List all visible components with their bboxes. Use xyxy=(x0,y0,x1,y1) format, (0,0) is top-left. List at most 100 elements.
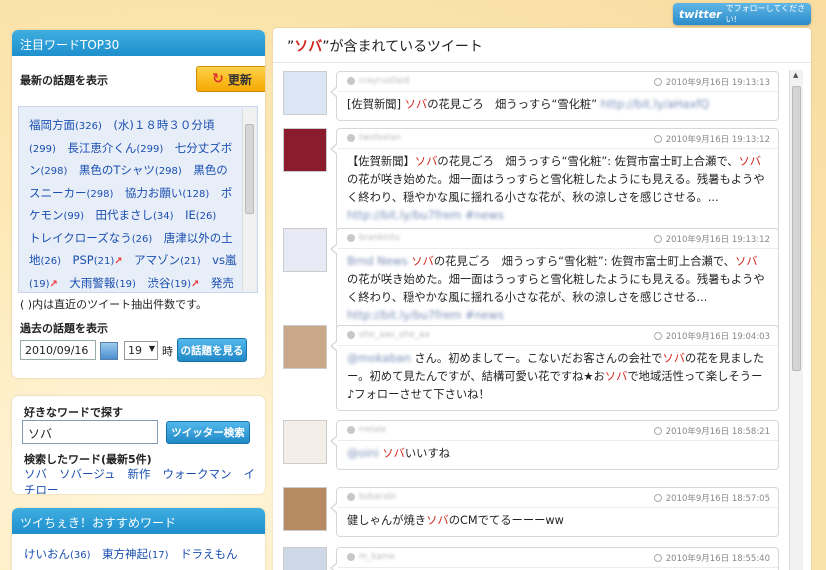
topic-item[interactable]: トレイクローズなう(26) xyxy=(29,231,152,245)
update-button-label: 更新 xyxy=(227,72,252,87)
user-icon xyxy=(347,76,355,85)
tweet-timestamp: 2010年9月16日 19:04:03 xyxy=(665,332,770,342)
twitter-follow-badge[interactable]: twitter でフォローしてください! xyxy=(673,3,811,25)
tweet-text: Brnd News ソバの花見ごろ 畑うっすら“雪化粧”: 佐賀市富士町上合瀬で… xyxy=(337,249,778,331)
topic-item[interactable]: PSP(21)↗ xyxy=(73,253,123,267)
update-button[interactable]: ↻ 更新 xyxy=(196,66,265,92)
scroll-up-icon[interactable]: ▲ xyxy=(793,71,798,79)
tweet-link[interactable]: http://bit.ly/bu7frem #news xyxy=(347,309,504,322)
topic-count: (26) xyxy=(131,233,153,245)
tweet-username[interactable]: crayrustlaid xyxy=(359,76,409,86)
tweet-meta: crayrustlaid 2010年9月16日 19:13:13 xyxy=(337,72,778,92)
tweet-link[interactable]: @mokaban xyxy=(347,352,414,365)
recommend-count: (17) xyxy=(148,550,169,561)
feed-scrollbar[interactable]: ▲ xyxy=(789,70,803,570)
tweet-bubble: twofeelan 2010年9月16日 19:13:12 【佐賀新聞】ソバの花見ご… xyxy=(330,128,779,232)
clock-icon xyxy=(653,494,662,502)
topic-count: (19) xyxy=(29,278,50,290)
tweet-time: 2010年9月16日 19:13:12 xyxy=(653,133,770,145)
tweet-keyword: ソバ xyxy=(411,255,434,268)
tweet-bubble: rrelale 2010年9月16日 18:58:21 @oini ソバいいすね xyxy=(330,420,779,470)
tweet-link[interactable]: @oini xyxy=(347,447,382,460)
tweet-link[interactable]: http://bit.ly/aHaxfQ xyxy=(601,98,709,111)
topic-text: 大雨警報 xyxy=(69,275,116,290)
tweet-text: @mokaban さん。初めましてー。こないだお客さんの会社でソバの花を見ました… xyxy=(337,346,778,410)
view-topics-button[interactable]: の話題を見る xyxy=(177,338,247,362)
search-input[interactable]: ソバ xyxy=(22,420,158,444)
recent-search-word[interactable]: ウォークマン xyxy=(162,467,231,481)
topic-item[interactable]: 発売 xyxy=(211,276,234,290)
avatar[interactable] xyxy=(283,420,327,464)
feed-scroll-thumb[interactable] xyxy=(792,86,801,371)
topic-text: IE xyxy=(185,208,196,222)
tweet-username[interactable]: rrelale xyxy=(359,425,386,435)
topic-item[interactable]: 黒色のTシャツ(298) xyxy=(79,163,182,177)
recent-search-word[interactable]: ソバ xyxy=(24,467,47,481)
topic-text: トレイクローズなう xyxy=(29,230,132,245)
feed-keyword: ソバ xyxy=(294,39,323,55)
date-field[interactable]: 2010/09/16 xyxy=(20,340,96,360)
hour-select[interactable]: 19 ▼ xyxy=(124,341,158,360)
recommend-title: ツイちぇき！おすすめワード xyxy=(12,508,265,534)
avatar[interactable] xyxy=(283,325,327,369)
topic-item[interactable]: 福岡方面(326) xyxy=(29,118,102,132)
topic-item[interactable]: 協力お願い(128) xyxy=(125,186,209,200)
tweet-text: [佐賀新聞] ソバの花見ごろ 畑うっすら“雪化粧” http://bit.ly/… xyxy=(337,92,778,120)
clock-icon xyxy=(653,554,662,562)
clock-icon xyxy=(653,235,662,243)
recommend-item[interactable]: 東方神起(17) xyxy=(102,547,169,561)
clock-icon xyxy=(653,332,662,340)
topic-scrollbar[interactable] xyxy=(242,108,256,291)
avatar[interactable] xyxy=(283,71,327,115)
topic-text: 田代まさし xyxy=(95,208,154,222)
topic-item[interactable]: 大雨警報(19) xyxy=(69,276,136,290)
topic-count: (26) xyxy=(40,256,62,267)
topic-item[interactable]: 田代まさし(34) xyxy=(96,208,174,222)
user-icon xyxy=(347,552,355,561)
topic-count: (99) xyxy=(63,211,85,222)
search-panel: 好きなワードで探す ソバ ツイッター検索 検索したワード(最新5件) ソバ ソバー… xyxy=(12,396,265,494)
recommend-item[interactable]: ドラえもん xyxy=(180,547,238,561)
recent-search-word[interactable]: 新作 xyxy=(127,467,150,481)
tweet-feed-panel: ”ソバ”が含まれているツイート crayrustlaid 2010年9月16日 1… xyxy=(273,28,811,570)
topic-item[interactable]: 長江恵介くん(299) xyxy=(67,141,163,155)
topic-text: 福岡方面 xyxy=(29,118,75,132)
recommend-item[interactable]: けいおん(36) xyxy=(24,547,91,561)
refresh-icon: ↻ xyxy=(212,71,224,87)
avatar[interactable] xyxy=(283,128,327,172)
topic-item[interactable]: IE(26) xyxy=(185,208,216,222)
topic-text: 長江恵介くん xyxy=(67,140,137,155)
topic-text: 黒色のTシャツ xyxy=(78,163,155,177)
tweet-keyword: ソバ xyxy=(604,370,628,383)
tweet-keyword: ソバ xyxy=(426,514,449,527)
user-icon xyxy=(347,330,355,339)
avatar[interactable] xyxy=(283,228,327,272)
topic-count: (19) xyxy=(170,278,191,290)
topic-item[interactable]: アマゾン(21) xyxy=(134,253,201,267)
tweet-username[interactable]: brankintu xyxy=(359,233,400,243)
calendar-icon[interactable] xyxy=(100,342,118,360)
topic-scroll-thumb[interactable] xyxy=(245,124,254,214)
recent-search-word[interactable]: ソバージュ xyxy=(59,467,115,481)
topic-count: (298) xyxy=(40,166,68,177)
twitter-search-button[interactable]: ツイッター検索 xyxy=(166,421,250,444)
tweet-username[interactable]: ohe_aao_ohe_aa xyxy=(359,330,429,340)
tweet-username[interactable]: kobarabi xyxy=(359,492,396,502)
tweet-text-segment: 【佐賀新聞】 xyxy=(347,155,415,168)
topic-text: vs嵐 xyxy=(212,253,237,267)
tweet-bubble: ohe_aao_ohe_aa 2010年9月16日 19:04:03 @mokaba… xyxy=(330,325,779,411)
tweet-text-segment: の花見ごろ 畑うっすら“雪化粧”: 佐賀市富士町上合瀬で、 xyxy=(437,155,739,168)
topic-item[interactable]: 渋谷(19)↗ xyxy=(147,276,199,290)
avatar[interactable] xyxy=(283,487,327,531)
tweet-link[interactable]: http://bit.ly/bu7frem #news xyxy=(347,209,504,222)
tweet-username[interactable]: m_kame xyxy=(359,552,395,562)
tweet-text-segment: のCMでてるーーーww xyxy=(448,514,564,527)
tweet-meta: kobarabi 2010年9月16日 18:57:05 xyxy=(337,488,778,508)
trend-up-icon: ↗ xyxy=(49,278,58,290)
tweet-username[interactable]: twofeelan xyxy=(359,133,401,143)
avatar[interactable] xyxy=(283,547,327,570)
tweet-text: 健しゃんが焼きソバのCMでてるーーーww xyxy=(337,508,778,536)
tweet-link[interactable]: Brnd News xyxy=(347,255,411,268)
clock-icon xyxy=(653,78,662,86)
tweet-text-segment: の花見ごろ 畑うっすら“雪化粧” xyxy=(427,98,601,111)
